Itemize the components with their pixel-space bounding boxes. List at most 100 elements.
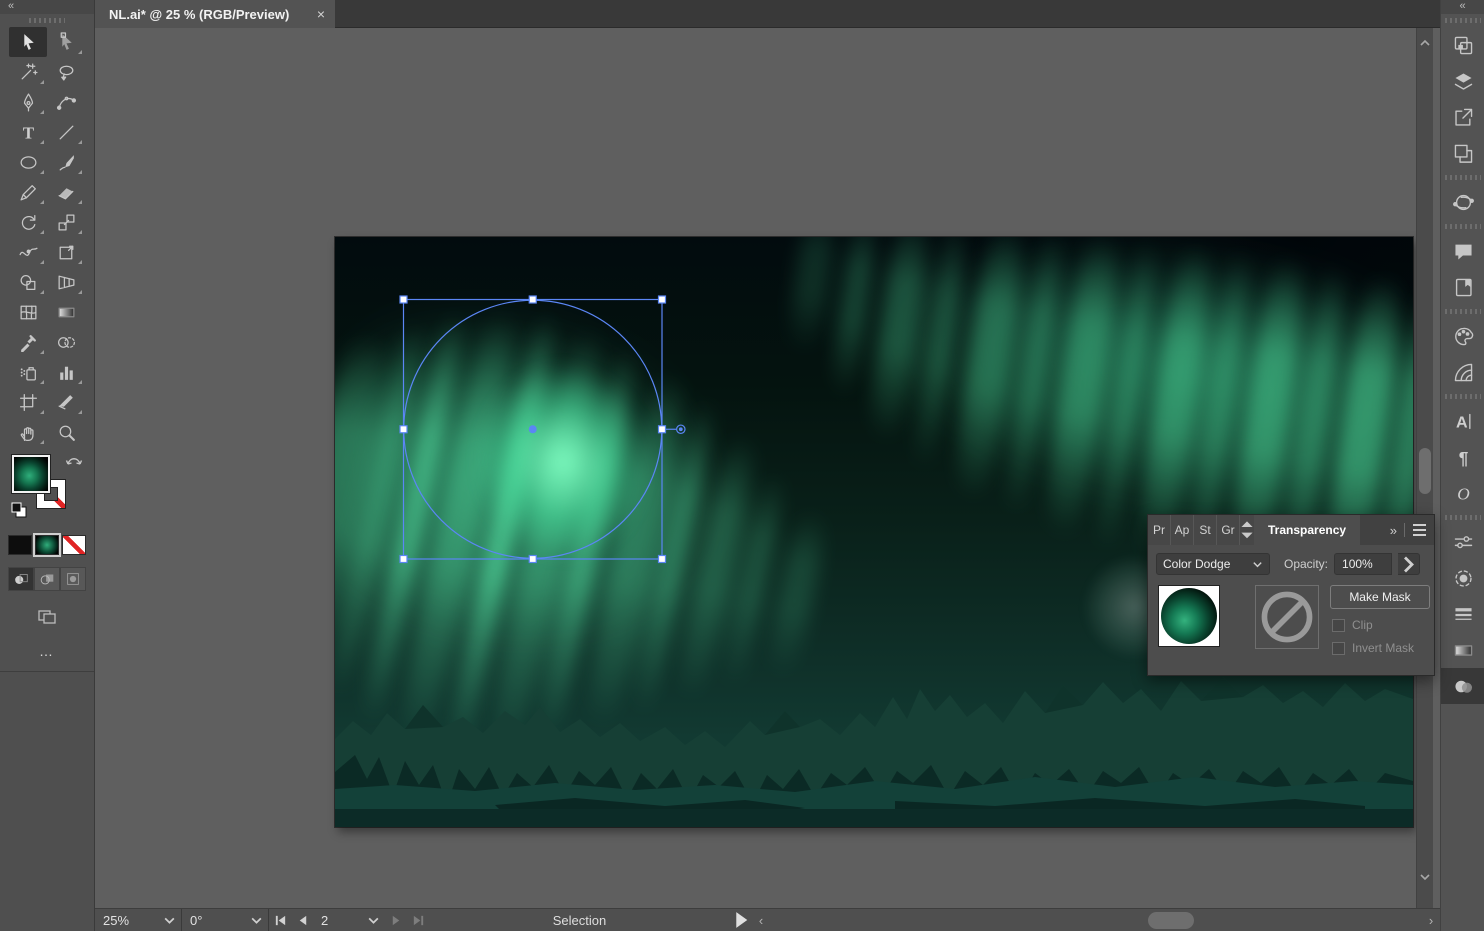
panel-group-drag-handle[interactable] [1441, 171, 1484, 184]
draw-behind-button[interactable] [34, 567, 60, 591]
close-tab-icon[interactable]: × [317, 6, 325, 22]
tool-hand[interactable] [9, 417, 47, 447]
color-button[interactable] [8, 535, 32, 555]
panel-icon-gradient-panel[interactable] [1441, 632, 1484, 668]
rotation-value[interactable]: 0° [182, 909, 244, 931]
tool-mesh[interactable] [9, 297, 47, 327]
last-artboard-icon[interactable] [407, 909, 429, 931]
panel-icon-export[interactable] [1441, 99, 1484, 135]
tool-free-transform[interactable] [47, 237, 85, 267]
default-fill-stroke-icon[interactable] [10, 501, 28, 519]
draw-inside-button[interactable] [60, 567, 86, 591]
mask-thumbnail[interactable] [1255, 585, 1319, 649]
horizontal-scroll-thumb[interactable] [1148, 912, 1195, 929]
panel-icon-stroke[interactable] [1441, 596, 1484, 632]
tab-ap[interactable]: Ap [1171, 515, 1194, 545]
panel-dock-collapse-button[interactable]: « [1441, 0, 1484, 14]
tool-blend[interactable] [47, 327, 85, 357]
invert-mask-checkbox-box[interactable] [1332, 641, 1345, 655]
tool-pen[interactable] [9, 87, 47, 117]
panel-group-drag-handle[interactable] [1441, 390, 1484, 403]
scroll-left-icon[interactable]: ‹ [752, 913, 770, 928]
panel-icon-libraries[interactable] [1441, 269, 1484, 305]
tool-paintbrush[interactable] [47, 147, 85, 177]
tool-eyedropper[interactable] [9, 327, 47, 357]
zoom-level-value[interactable]: 25% [95, 909, 157, 931]
tool-column-graph[interactable] [47, 357, 85, 387]
tool-artboard[interactable] [9, 387, 47, 417]
panel-group-drag-handle[interactable] [1441, 305, 1484, 318]
tool-scale[interactable] [47, 207, 85, 237]
artboard-number-value[interactable]: 2 [313, 909, 361, 931]
opacity-stepper-icon[interactable] [1398, 553, 1421, 575]
change-screen-mode-button[interactable] [0, 605, 94, 627]
tool-lasso[interactable] [47, 57, 85, 87]
panel-group-drag-handle[interactable] [1441, 511, 1484, 524]
gradient-button[interactable] [33, 533, 61, 557]
clip-checkbox[interactable]: Clip [1332, 618, 1430, 632]
tool-pencil[interactable] [9, 177, 47, 207]
next-artboard-icon[interactable] [385, 909, 407, 931]
panel-icon-character[interactable]: A [1441, 403, 1484, 439]
panel-icon-dashed-circle[interactable] [1441, 560, 1484, 596]
tool-slice[interactable] [47, 387, 85, 417]
panel-icon-comments[interactable] [1441, 233, 1484, 269]
panel-group-drag-handle[interactable] [1441, 14, 1484, 27]
panel-group-drag-handle[interactable] [1441, 220, 1484, 233]
tool-ellipse[interactable] [9, 147, 47, 177]
panel-expand-icon[interactable]: » [1390, 523, 1397, 538]
blend-mode-select[interactable]: Color Dodge [1156, 553, 1270, 575]
horizontal-scrollbar[interactable]: ‹ › [752, 909, 1440, 931]
tool-perspective-grid[interactable] [47, 267, 85, 297]
tool-zoom[interactable] [47, 417, 85, 447]
vertical-scroll-thumb[interactable] [1419, 448, 1431, 494]
opacity-input[interactable]: 100% [1334, 553, 1393, 575]
panel-icon-properties[interactable] [1441, 27, 1484, 63]
panel-icon-color[interactable] [1441, 318, 1484, 354]
scroll-up-icon[interactable] [1419, 36, 1431, 48]
tab-pr[interactable]: Pr [1148, 515, 1171, 545]
edit-toolbar-button[interactable]: … [0, 643, 94, 659]
panel-icon-rotate-view[interactable] [1441, 184, 1484, 220]
tool-direct-selection[interactable] [47, 27, 85, 57]
tab-transparency[interactable]: Transparency [1254, 515, 1361, 545]
panel-icon-artboards[interactable] [1441, 135, 1484, 171]
tool-magic-wand[interactable] [9, 57, 47, 87]
object-thumbnail[interactable] [1158, 585, 1220, 647]
tab-st[interactable]: St [1194, 515, 1217, 545]
artboard-dropdown-icon[interactable] [361, 909, 385, 931]
panel-menu-icon[interactable] [1413, 524, 1426, 536]
panel-icon-paragraph[interactable]: ¶ [1441, 439, 1484, 475]
scroll-right-icon[interactable]: › [1422, 913, 1440, 928]
canvas-area[interactable] [95, 28, 1440, 908]
tool-width[interactable] [9, 237, 47, 267]
vertical-scrollbar[interactable] [1416, 28, 1433, 908]
tool-symbol-sprayer[interactable] [9, 357, 47, 387]
status-expand-icon[interactable] [730, 909, 752, 931]
panel-icon-transparency[interactable] [1441, 668, 1484, 704]
swap-fill-stroke-icon[interactable] [64, 453, 84, 469]
none-button[interactable] [62, 535, 86, 555]
previous-artboard-icon[interactable] [291, 909, 313, 931]
zoom-level-dropdown-icon[interactable] [157, 909, 181, 931]
rotation-dropdown-icon[interactable] [244, 909, 268, 931]
tool-curvature[interactable] [47, 87, 85, 117]
panel-icon-opentype[interactable]: O [1441, 475, 1484, 511]
panel-icon-layers[interactable] [1441, 63, 1484, 99]
tool-type[interactable]: T [9, 117, 47, 147]
panel-icon-sliders[interactable] [1441, 524, 1484, 560]
toolbar-collapse-button[interactable]: « [0, 0, 94, 14]
tool-selection[interactable] [9, 27, 47, 57]
toolbar-drag-handle[interactable] [0, 14, 94, 27]
panel-icon-color-guide[interactable] [1441, 354, 1484, 390]
tool-gradient[interactable] [47, 297, 85, 327]
tool-eraser[interactable] [47, 177, 85, 207]
tool-line-segment[interactable] [47, 117, 85, 147]
tool-shape-builder[interactable] [9, 267, 47, 297]
document-tab[interactable]: NL.ai* @ 25 % (RGB/Preview) × [95, 0, 335, 28]
clip-checkbox-box[interactable] [1332, 618, 1345, 632]
fill-swatch-gradient[interactable] [11, 454, 51, 494]
make-mask-button[interactable]: Make Mask [1330, 585, 1430, 609]
draw-normal-button[interactable] [8, 567, 34, 591]
first-artboard-icon[interactable] [269, 909, 291, 931]
